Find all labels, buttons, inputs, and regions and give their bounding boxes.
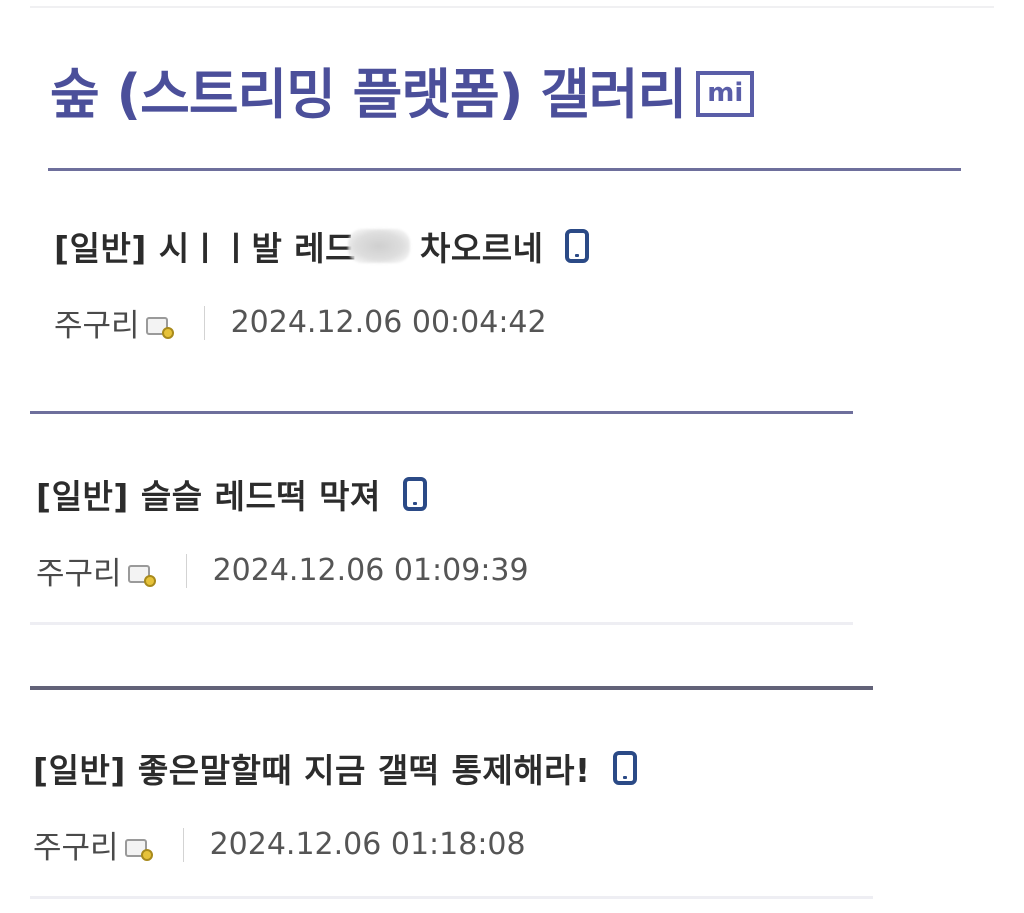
fixed-nickname-icon (145, 315, 174, 339)
post-item: [일반] 좋은말할때 지금 갤떡 통제해라! 주구리 2024.12.06 01… (33, 744, 637, 867)
gallery-title[interactable]: 숲 (스트리밍 플랫폼) 갤러리 (50, 50, 687, 129)
gallery-post-list-screenshot: 숲 (스트리밍 플랫폼) 갤러리 mi [일반] 시ㅣㅣ발 레드 차오르네 주구… (0, 0, 1024, 913)
post-divider (30, 686, 873, 690)
post-meta: 주구리 2024.12.06 01:18:08 (33, 822, 637, 867)
post-divider (30, 896, 873, 899)
post-title-link[interactable]: [일반] 슬슬 레드떡 막져 (36, 470, 529, 518)
meta-separator (182, 827, 184, 862)
post-title-text: [일반] 시ㅣㅣ발 레드 (54, 229, 357, 268)
meta-separator (185, 553, 187, 588)
post-divider (30, 622, 853, 625)
post-title-text: [일반] 슬슬 레드떡 막져 (36, 477, 381, 516)
meta-separator (203, 305, 205, 340)
post-date: 2024.12.06 01:18:08 (209, 827, 526, 862)
mobile-phone-icon (402, 477, 427, 511)
post-date: 2024.12.06 01:09:39 (212, 553, 529, 588)
fixed-nickname-icon (127, 563, 156, 587)
mobile-phone-icon (612, 751, 637, 785)
post-title-text-continued: 차오르네 (420, 229, 544, 268)
post-date: 2024.12.06 00:04:42 (230, 305, 547, 340)
fixed-nickname-icon (124, 837, 153, 861)
gallery-header: 숲 (스트리밍 플랫폼) 갤러리 mi (50, 44, 755, 134)
mobile-phone-icon (565, 229, 590, 263)
author-nickname[interactable]: 주구리 (54, 300, 140, 345)
minor-gallery-badge-icon: mi (696, 71, 755, 117)
post-title-link[interactable]: [일반] 시ㅣㅣ발 레드 차오르네 (54, 222, 590, 270)
top-divider (30, 6, 994, 8)
censored-blur (348, 229, 411, 263)
author-nickname[interactable]: 주구리 (36, 548, 122, 593)
post-meta: 주구리 2024.12.06 00:04:42 (54, 300, 589, 345)
header-divider (48, 168, 961, 171)
post-item: [일반] 시ㅣㅣ발 레드 차오르네 주구리 2024.12.06 00:04:4… (54, 222, 590, 345)
post-divider (30, 411, 853, 414)
post-title-text: [일반] 좋은말할때 지금 갤떡 통제해라! (33, 751, 591, 790)
post-title-link[interactable]: [일반] 좋은말할때 지금 갤떡 통제해라! (33, 744, 637, 792)
author-nickname[interactable]: 주구리 (33, 822, 119, 867)
post-item: [일반] 슬슬 레드떡 막져 주구리 2024.12.06 01:09:39 (36, 470, 529, 593)
post-meta: 주구리 2024.12.06 01:09:39 (36, 548, 529, 593)
